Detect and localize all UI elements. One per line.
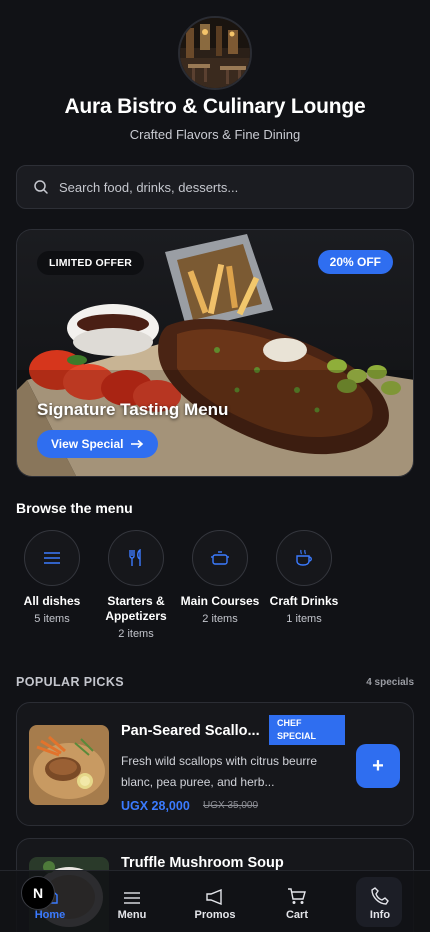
category-label: Craft Drinks: [269, 594, 339, 608]
app-screen: Aura Bistro & Culinary Lounge Crafted Fl…: [0, 0, 430, 932]
restaurant-tagline: Crafted Flavors & Fine Dining: [129, 127, 301, 142]
banner-title: Signature Tasting Menu: [37, 400, 229, 419]
search-icon: [34, 180, 48, 194]
list-icon: [44, 552, 60, 564]
dish-title: Truffle Mushroom Soup: [121, 855, 284, 871]
category-label: All dishes: [23, 594, 81, 608]
megaphone-icon: [206, 889, 222, 905]
category-label: Main Courses: [180, 594, 260, 608]
search-input[interactable]: [59, 179, 389, 195]
dish-title: Pan-Seared Scallo...: [121, 723, 260, 739]
nav-label: Home: [34, 909, 66, 921]
category-list: All dishes 5 items Starters & Appetizers…: [16, 530, 414, 650]
category-icon-circle: [276, 530, 332, 586]
category-count: 5 items: [34, 613, 70, 625]
discount-badge: 20% OFF: [317, 250, 393, 274]
category-all-dishes[interactable]: All dishes 5 items: [10, 530, 94, 625]
dish-old-price: UGX 35,000: [203, 800, 259, 811]
cup-icon: [296, 549, 312, 566]
chef-special-badge: CHEF SPECIAL: [269, 715, 345, 745]
category-icon-circle: [192, 530, 248, 586]
arrow-right-icon: [130, 439, 143, 449]
category-icon-circle: [24, 530, 80, 586]
fork-knife-icon: [129, 549, 141, 566]
nav-promos[interactable]: Promos: [185, 871, 245, 932]
menu-icon: [124, 892, 140, 904]
restaurant-logo: [178, 16, 252, 90]
view-special-button[interactable]: View Special: [37, 430, 158, 458]
category-count: 1 items: [286, 613, 322, 625]
category-icon-circle: [108, 530, 164, 586]
view-special-label: View Special: [51, 437, 124, 451]
promo-banner[interactable]: LIMITED OFFER 20% OFF Signature Tasting …: [16, 229, 414, 477]
nav-menu[interactable]: Menu: [102, 871, 162, 932]
cart-icon: [288, 888, 306, 904]
nav-label: Promos: [194, 909, 236, 921]
nav-label: Menu: [117, 909, 147, 921]
browse-heading: Browse the menu: [16, 500, 133, 516]
add-to-cart-button[interactable]: +: [356, 744, 400, 788]
user-avatar-button[interactable]: N: [21, 876, 55, 910]
pot-icon: [211, 551, 229, 565]
category-starters[interactable]: Starters & Appetizers 2 items: [94, 530, 178, 640]
nav-label: Info: [369, 909, 391, 921]
category-count: 2 items: [118, 628, 154, 640]
nav-cart[interactable]: Cart: [267, 871, 327, 932]
nav-info[interactable]: Info: [350, 871, 410, 932]
dish-card[interactable]: Pan-Seared Scallo... CHEF SPECIAL Fresh …: [16, 702, 414, 826]
nav-label: Cart: [285, 909, 308, 921]
dish-price: UGX 28,000: [121, 799, 190, 813]
popular-heading: POPULAR PICKS: [16, 675, 124, 689]
category-count: 2 items: [202, 613, 238, 625]
phone-icon: [371, 887, 389, 905]
dish-image: [29, 725, 109, 805]
dish-description: Fresh wild scallops with citrus beurre b…: [121, 754, 318, 789]
bottom-navigation: Home Menu Promos Cart Info: [0, 870, 430, 932]
search-bar[interactable]: [16, 165, 414, 209]
category-main-courses[interactable]: Main Courses 2 items: [178, 530, 262, 625]
category-craft-drinks[interactable]: Craft Drinks 1 items: [262, 530, 346, 625]
restaurant-name: Aura Bistro & Culinary Lounge: [64, 95, 366, 118]
limited-offer-badge: LIMITED OFFER: [37, 251, 145, 275]
specials-count: 4 specials: [366, 677, 414, 688]
category-label: Starters & Appetizers: [105, 594, 167, 623]
